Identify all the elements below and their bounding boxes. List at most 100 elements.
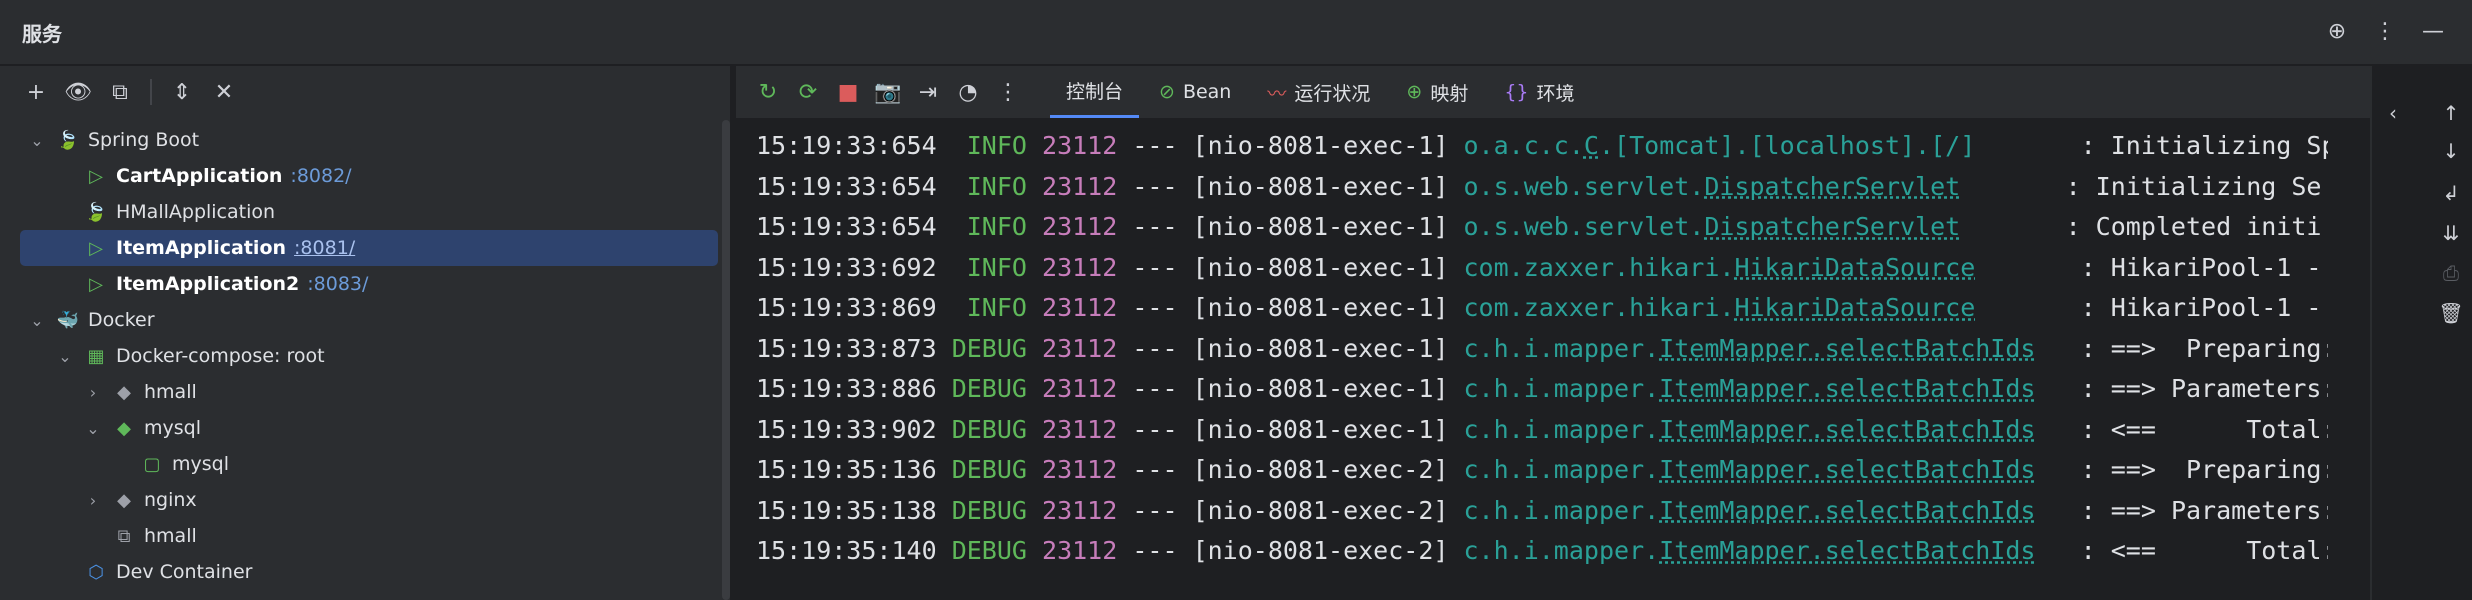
tree-item[interactable]: ·▢mysql <box>0 446 730 482</box>
expand-chevron-icon[interactable]: ⌄ <box>82 419 104 438</box>
gauge-icon[interactable]: ◔ <box>950 74 986 110</box>
expand-all-icon[interactable]: ⇕ <box>164 74 200 110</box>
logger-class-link[interactable]: HikariDataSource <box>1734 253 1975 282</box>
log-logger[interactable]: o.a.c.c.C.[Tomcat].[localhost].[/] <box>1464 131 2066 160</box>
logger-package: com.zaxxer.hikari. <box>1463 293 1735 322</box>
tab-health[interactable]: 〰运行状况 <box>1251 66 1386 118</box>
tree-item[interactable]: › ◆ nginx <box>0 482 730 518</box>
tree-item-label: HMallApplication <box>116 201 276 223</box>
tree-item[interactable]: ⌄ 🍃 Spring Boot <box>0 122 730 158</box>
services-titlebar: 服务 ⊕ ⋮ — <box>0 0 2472 66</box>
tree-item-label: Spring Boot <box>88 129 200 151</box>
soft-wrap-icon[interactable]: ↲ <box>2434 176 2468 210</box>
container-icon: ▢ <box>143 453 161 475</box>
scroll-down-icon[interactable]: ↓ <box>2434 134 2468 168</box>
logger-class-link[interactable]: ItemMapper.selectBatchIds <box>1659 536 2035 565</box>
tab-bean[interactable]: ⊘ Bean <box>1143 66 1247 118</box>
logger-package: c.h.i.mapper. <box>1463 536 1660 565</box>
log-logger[interactable]: com.zaxxer.hikari.HikariDataSource <box>1464 253 2066 282</box>
export-icon[interactable]: ⇥ <box>910 74 946 110</box>
logger-class-link[interactable]: ItemMapper.selectBatchIds <box>1659 334 2035 363</box>
log-thread: [nio-8081-exec-1] <box>1192 171 1449 201</box>
more-vertical-icon[interactable]: ⋮ <box>2368 14 2402 48</box>
port-link[interactable]: :8082/ <box>290 165 351 187</box>
tab-globe[interactable]: ⊕ 映射 <box>1390 66 1484 118</box>
log-separator: --- <box>1132 171 1178 201</box>
print-icon[interactable]: ⎙ <box>2434 256 2468 290</box>
console-output[interactable]: 15:19:33:654 INFO 23112 --- [nio-8081-ex… <box>736 122 2328 600</box>
eye-icon[interactable]: 👁 <box>60 74 96 110</box>
minimize-icon[interactable]: — <box>2416 14 2450 48</box>
log-logger[interactable]: c.h.i.mapper.ItemMapper.selectBatchIds <box>1464 455 2066 484</box>
logger-class-link[interactable]: ItemMapper.selectBatchIds <box>1659 415 2035 444</box>
more-vertical-icon[interactable]: ⋮ <box>990 74 1026 110</box>
collapse-panel-icon[interactable]: ‹ <box>2376 96 2410 130</box>
tree-scrollbar[interactable] <box>722 120 730 600</box>
log-logger[interactable]: c.h.i.mapper.ItemMapper.selectBatchIds <box>1464 536 2066 565</box>
log-logger[interactable]: com.zaxxer.hikari.HikariDataSource <box>1464 293 2066 322</box>
logger-package: o.s.web.servlet. <box>1463 171 1705 201</box>
tree-item-content: ⌄ ▦ Docker-compose: root <box>54 338 324 374</box>
stop-icon[interactable]: ■ <box>830 74 866 110</box>
tree-item[interactable]: ⌄ ▦ Docker-compose: root <box>0 338 730 374</box>
log-level: INFO <box>951 212 1027 241</box>
logger-class-link[interactable]: ItemMapper.selectBatchIds <box>1659 374 2035 403</box>
log-timestamp: 15:19:33:654 <box>756 212 937 241</box>
expand-chevron-icon[interactable]: ⌄ <box>54 347 76 366</box>
tree-item[interactable]: ⌄ ◆ mysql <box>0 410 730 446</box>
tree-item[interactable]: ·⧉hmall <box>0 518 730 554</box>
rerun-icon[interactable]: ↻ <box>750 74 786 110</box>
tab-braces[interactable]: {} 环境 <box>1488 66 1590 118</box>
expand-chevron-icon[interactable]: › <box>82 491 104 510</box>
log-line: 15:19:33:886 DEBUG 23112 --- [nio-8081-e… <box>756 369 2328 409</box>
expand-chevron-icon[interactable]: ⌄ <box>26 131 48 150</box>
logger-class-link[interactable]: ItemMapper.selectBatchIds <box>1659 496 2035 525</box>
log-line: 15:19:33:654 INFO 23112 --- [nio-8081-ex… <box>756 207 2321 247</box>
port-link[interactable]: :8081/ <box>294 237 355 259</box>
target-icon[interactable]: ⊕ <box>2320 14 2354 48</box>
log-logger[interactable]: c.h.i.mapper.ItemMapper.selectBatchIds <box>1464 374 2066 403</box>
tree-item[interactable]: ·▷CartApplication :8082/ <box>0 158 730 194</box>
expand-chevron-icon[interactable]: › <box>82 383 104 402</box>
log-level: DEBUG <box>951 536 1027 565</box>
tree-item[interactable]: › ◆ hmall <box>0 374 730 410</box>
port-link[interactable]: :8083/ <box>307 273 368 295</box>
log-line: 15:19:35:136 DEBUG 23112 --- [nio-8081-e… <box>756 450 2328 490</box>
scroll-up-icon[interactable]: ↑ <box>2434 96 2468 130</box>
log-message: : <== Total: <box>2080 414 2328 444</box>
tab-console[interactable]: 控制台 <box>1050 66 1140 118</box>
log-pid: 23112 <box>1042 374 1118 403</box>
new-tab-icon[interactable]: ⧉ <box>102 74 138 110</box>
logger-class-link[interactable]: DispatcherServlet <box>1704 212 1960 241</box>
tab-label: 映射 <box>1430 82 1469 105</box>
logger-class-link[interactable]: HikariDataSource <box>1734 293 1975 322</box>
log-line: 15:19:33:869 INFO 23112 --- [nio-8081-ex… <box>756 288 2321 328</box>
log-logger[interactable]: c.h.i.mapper.ItemMapper.selectBatchIds <box>1464 415 2066 444</box>
tree-item[interactable]: ·▷ItemApplication2 :8083/ <box>0 266 730 302</box>
tree-item[interactable]: ·⬡Dev Container <box>0 554 730 590</box>
log-level: DEBUG <box>951 455 1027 484</box>
logger-class-link[interactable]: C <box>1584 131 1599 160</box>
add-icon[interactable]: + <box>18 74 54 110</box>
expand-chevron-icon[interactable]: ⌄ <box>26 311 48 330</box>
tree-item-label: hmall <box>144 525 197 547</box>
restart-icon[interactable]: ⟳ <box>790 74 826 110</box>
log-logger[interactable]: c.h.i.mapper.ItemMapper.selectBatchIds <box>1464 496 2066 525</box>
screenshot-icon[interactable]: 📷 <box>870 74 906 110</box>
collapse-all-icon[interactable]: ✕ <box>206 74 242 110</box>
log-logger[interactable]: o.s.web.servlet.DispatcherServlet <box>1464 172 2051 201</box>
tree-item[interactable]: ·🍃HMallApplication <box>0 194 730 230</box>
log-timestamp: 15:19:33:873 <box>756 333 937 363</box>
logger-class-link[interactable]: DispatcherServlet <box>1704 172 1960 201</box>
log-message: : ==> Preparing: <box>2080 455 2328 484</box>
tree-item[interactable]: ⌄ 🐳 Docker <box>0 302 730 338</box>
scroll-to-end-icon[interactable]: ⇊ <box>2434 216 2468 250</box>
tree-item[interactable]: ·▷ItemApplication :8081/ <box>20 230 718 266</box>
log-pid: 23112 <box>1042 252 1118 282</box>
logger-class-link[interactable]: ItemMapper.selectBatchIds <box>1659 455 2035 484</box>
title-tools: ⊕ ⋮ — <box>2320 14 2450 48</box>
log-logger[interactable]: o.s.web.servlet.DispatcherServlet <box>1464 212 2051 241</box>
tree-item-content: ·▢mysql <box>110 446 229 482</box>
trash-icon[interactable]: 🗑 <box>2434 296 2468 330</box>
log-logger[interactable]: c.h.i.mapper.ItemMapper.selectBatchIds <box>1464 334 2066 363</box>
